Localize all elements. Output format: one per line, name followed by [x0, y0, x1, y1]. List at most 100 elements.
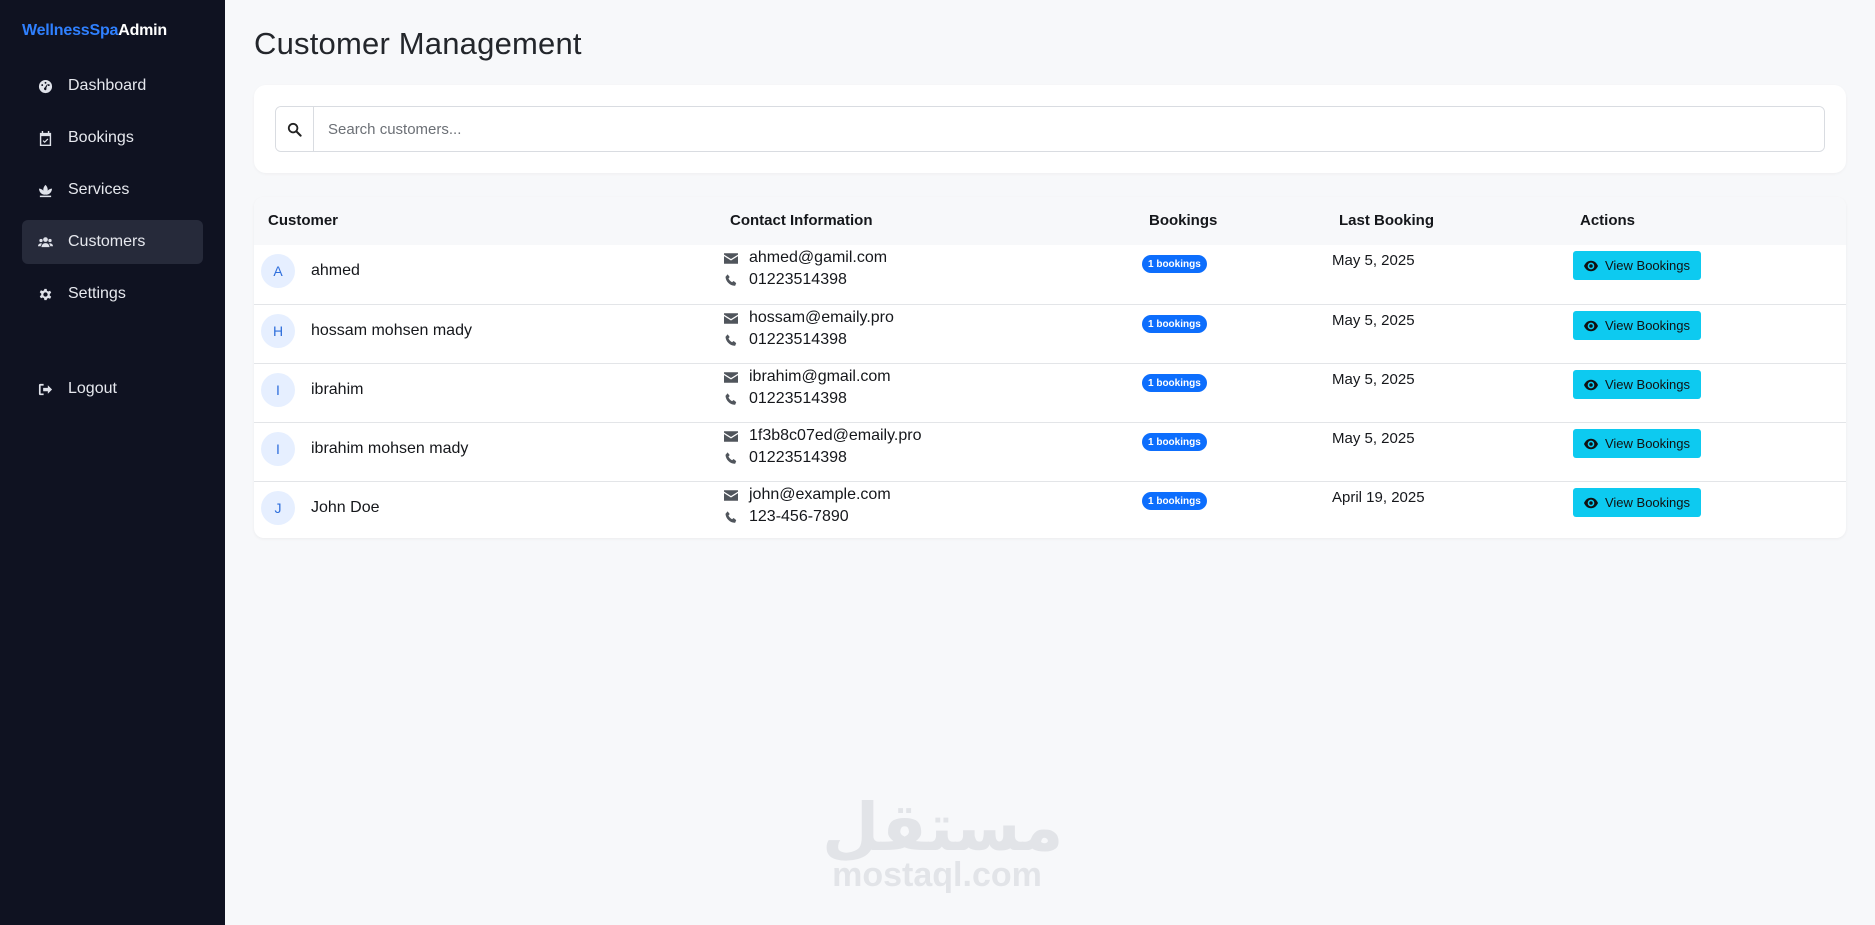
sidebar-item-label: Customers	[68, 233, 146, 250]
avatar: I	[261, 432, 295, 466]
column-header-contact: Contact Information	[730, 212, 873, 229]
phone-icon	[723, 392, 739, 406]
lotus-icon	[36, 181, 54, 199]
phone-text: 01223514398	[749, 449, 847, 466]
customer-name: John Doe	[311, 499, 380, 516]
view-bookings-button[interactable]: View Bookings	[1573, 488, 1701, 517]
sidebar-item-settings[interactable]: Settings	[22, 272, 203, 316]
last-booking-date: May 5, 2025	[1332, 371, 1415, 388]
phone-icon	[723, 273, 739, 287]
calendar-check-icon	[36, 129, 54, 147]
sidebar: WellnessSpaAdmin Dashboard Bookings Serv…	[0, 0, 225, 925]
email-text: 1f3b8c07ed@emaily.pro	[749, 427, 922, 444]
email-text: ibrahim@gmail.com	[749, 368, 891, 385]
logout-icon	[36, 380, 54, 398]
last-booking-date: April 19, 2025	[1332, 489, 1425, 506]
sidebar-item-customers[interactable]: Customers	[22, 220, 203, 264]
sidebar-nav: Dashboard Bookings Services Customers Se…	[22, 64, 203, 324]
contact-phone: 123-456-7890	[723, 508, 849, 526]
sidebar-item-services[interactable]: Services	[22, 168, 203, 212]
email-text: hossam@emaily.pro	[749, 309, 894, 326]
view-bookings-button[interactable]: View Bookings	[1573, 311, 1701, 340]
watermark-latin: mostaql.com	[832, 856, 1042, 894]
table-row: H hossam mohsen mady hossam@emaily.pro 0…	[254, 304, 1846, 363]
search-box	[275, 106, 1825, 152]
column-header-actions: Actions	[1580, 212, 1636, 229]
view-bookings-label: View Bookings	[1604, 495, 1691, 510]
bookings-badge: 1 bookings	[1142, 433, 1207, 451]
table-row: I ibrahim ibrahim@gmail.com 01223514398 …	[254, 363, 1846, 422]
last-booking-date: May 5, 2025	[1332, 430, 1415, 447]
phone-text: 01223514398	[749, 331, 847, 348]
contact-email: ibrahim@gmail.com	[723, 368, 891, 386]
brand-suffix: Admin	[118, 22, 167, 39]
envelope-icon	[723, 429, 739, 443]
phone-icon	[723, 333, 739, 347]
customer-name: ibrahim mohsen mady	[311, 440, 469, 457]
view-bookings-button[interactable]: View Bookings	[1573, 370, 1701, 399]
view-bookings-label: View Bookings	[1604, 258, 1691, 273]
table-row: J John Doe john@example.com 123-456-7890…	[254, 481, 1846, 538]
envelope-icon	[723, 370, 739, 384]
column-header-last-booking: Last Booking	[1339, 212, 1435, 229]
contact-phone: 01223514398	[723, 271, 847, 289]
logout-section: Logout	[22, 367, 203, 419]
sidebar-item-label: Bookings	[68, 129, 134, 146]
dashboard-icon	[36, 77, 54, 95]
table-row: I ibrahim mohsen mady 1f3b8c07ed@emaily.…	[254, 422, 1846, 481]
customer-name: ahmed	[311, 262, 360, 279]
phone-text: 01223514398	[749, 390, 847, 407]
bookings-badge: 1 bookings	[1142, 315, 1207, 333]
contact-phone: 01223514398	[723, 390, 847, 408]
view-bookings-button[interactable]: View Bookings	[1573, 251, 1701, 280]
eye-icon	[1583, 497, 1598, 508]
envelope-icon	[723, 311, 739, 325]
table-row: A ahmed ahmed@gamil.com 01223514398 1 bo…	[254, 245, 1846, 304]
last-booking-date: May 5, 2025	[1332, 252, 1415, 269]
search-input[interactable]	[314, 107, 1824, 151]
search-card	[254, 85, 1846, 173]
bookings-badge: 1 bookings	[1142, 374, 1207, 392]
contact-email: 1f3b8c07ed@emaily.pro	[723, 427, 922, 445]
envelope-icon	[723, 251, 739, 265]
contact-phone: 01223514398	[723, 331, 847, 349]
avatar: I	[261, 373, 295, 407]
sidebar-item-bookings[interactable]: Bookings	[22, 116, 203, 160]
brand-name: WellnessSpa	[22, 22, 119, 39]
eye-icon	[1583, 320, 1598, 331]
contact-email: ahmed@gamil.com	[723, 249, 887, 267]
column-header-bookings: Bookings	[1149, 212, 1218, 229]
sidebar-item-label: Dashboard	[68, 77, 147, 94]
phone-icon	[723, 451, 739, 465]
page-title: Customer Management	[254, 26, 582, 61]
email-text: john@example.com	[749, 486, 891, 503]
avatar: J	[261, 491, 295, 525]
table-header: Customer Contact Information Bookings La…	[254, 197, 1846, 245]
watermark-arabic: مستقل	[822, 789, 1064, 866]
contact-phone: 01223514398	[723, 449, 847, 467]
sidebar-item-label: Settings	[68, 285, 126, 302]
envelope-icon	[723, 488, 739, 502]
customers-table: Customer Contact Information Bookings La…	[254, 197, 1846, 538]
view-bookings-label: View Bookings	[1604, 377, 1691, 392]
phone-text: 01223514398	[749, 271, 847, 288]
last-booking-date: May 5, 2025	[1332, 312, 1415, 329]
bookings-badge: 1 bookings	[1142, 492, 1207, 510]
sidebar-item-label: Services	[68, 181, 130, 198]
search-icon[interactable]	[276, 107, 314, 151]
phone-icon	[723, 510, 739, 524]
eye-icon	[1583, 260, 1598, 271]
brand-logo[interactable]: WellnessSpaAdmin	[22, 22, 167, 40]
users-icon	[36, 233, 54, 251]
phone-text: 123-456-7890	[749, 508, 849, 525]
customer-name: hossam mohsen mady	[311, 322, 472, 339]
email-text: ahmed@gamil.com	[749, 249, 888, 266]
logout-button[interactable]: Logout	[22, 367, 203, 411]
view-bookings-label: View Bookings	[1604, 436, 1691, 451]
contact-email: john@example.com	[723, 486, 891, 504]
view-bookings-label: View Bookings	[1604, 318, 1691, 333]
view-bookings-button[interactable]: View Bookings	[1573, 429, 1701, 458]
column-header-customer: Customer	[268, 212, 339, 229]
sidebar-item-dashboard[interactable]: Dashboard	[22, 64, 203, 108]
customer-name: ibrahim	[311, 381, 364, 398]
